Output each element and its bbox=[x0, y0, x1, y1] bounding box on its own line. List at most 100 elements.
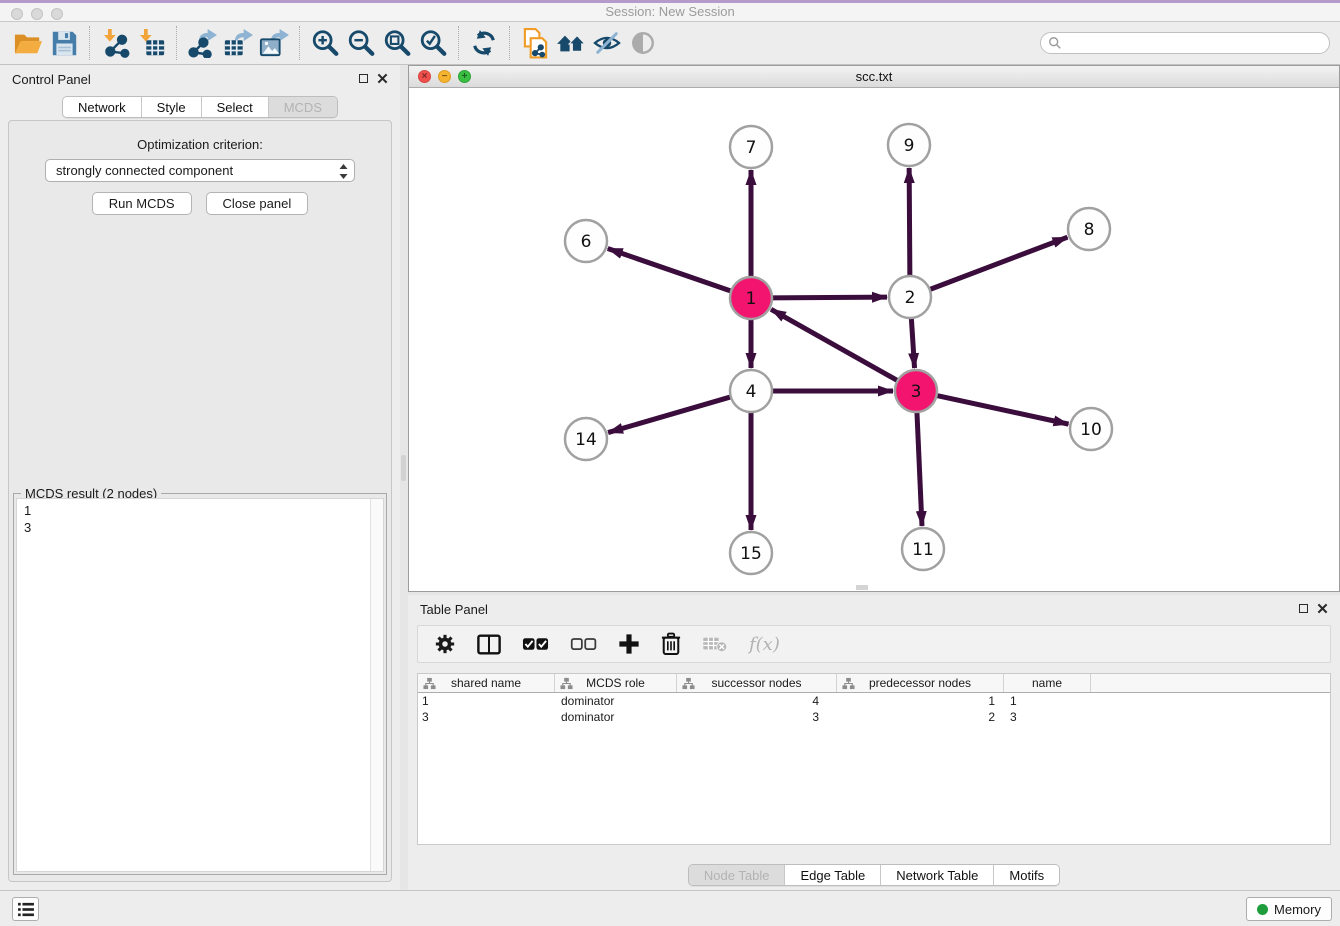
dropdown-stepper-icon bbox=[338, 163, 349, 180]
new-session-from-network-button[interactable] bbox=[517, 24, 553, 62]
column-header-mcds-role[interactable]: MCDS role bbox=[555, 674, 677, 692]
float-panel-icon[interactable] bbox=[359, 74, 368, 83]
svg-text:14: 14 bbox=[575, 430, 597, 450]
cell-successor-nodes[interactable]: 4 bbox=[677, 694, 837, 708]
float-table-panel-icon[interactable] bbox=[1299, 604, 1308, 613]
refresh-button[interactable] bbox=[466, 24, 502, 62]
graph-node-15[interactable]: 15 bbox=[730, 532, 772, 574]
close-table-panel-icon[interactable] bbox=[1317, 603, 1328, 614]
graph-edge-2-3[interactable] bbox=[911, 316, 914, 368]
cell-shared-name[interactable]: 1 bbox=[418, 694, 555, 708]
cell-predecessor-nodes[interactable]: 1 bbox=[837, 694, 1004, 708]
graph-node-8[interactable]: 8 bbox=[1068, 208, 1110, 250]
show-log-button[interactable] bbox=[12, 897, 39, 921]
column-header-successor-nodes[interactable]: successor nodes bbox=[677, 674, 837, 692]
export-image-button[interactable] bbox=[256, 24, 292, 62]
tab-mcds[interactable]: MCDS bbox=[269, 97, 337, 117]
toggle-contrast-button[interactable] bbox=[625, 24, 661, 62]
graph-edge-1-2[interactable] bbox=[770, 297, 887, 298]
open-session-button[interactable] bbox=[10, 24, 46, 62]
criterion-dropdown[interactable]: strongly connected component bbox=[45, 159, 355, 182]
network-close-button[interactable]: × bbox=[418, 70, 431, 83]
tab-motifs[interactable]: Motifs bbox=[994, 865, 1059, 885]
graph-node-3[interactable]: 3 bbox=[895, 370, 937, 412]
home-view-button[interactable] bbox=[553, 24, 589, 62]
result-scrollbar-track[interactable] bbox=[370, 499, 383, 871]
cell-mcds-role[interactable]: dominator bbox=[555, 694, 677, 708]
cell-shared-name[interactable]: 3 bbox=[418, 710, 555, 724]
graph-edge-3-1[interactable] bbox=[771, 309, 899, 381]
select-all-columns-button[interactable] bbox=[522, 637, 549, 651]
maximize-window-button[interactable] bbox=[51, 8, 63, 20]
mcds-result-line: 3 bbox=[24, 519, 383, 536]
plus-icon bbox=[618, 633, 640, 655]
network-zoom-button[interactable]: + bbox=[458, 70, 471, 83]
network-minimize-button[interactable]: − bbox=[438, 70, 451, 83]
graph-edge-2-9[interactable] bbox=[909, 168, 910, 278]
graph-node-10[interactable]: 10 bbox=[1070, 408, 1112, 450]
export-table-button[interactable] bbox=[220, 24, 256, 62]
graph-node-1[interactable]: 1 bbox=[730, 277, 772, 319]
graph-node-11[interactable]: 11 bbox=[902, 528, 944, 570]
delete-column-button[interactable] bbox=[661, 632, 681, 656]
tab-network[interactable]: Network bbox=[63, 97, 142, 117]
column-header-predecessor-nodes[interactable]: predecessor nodes bbox=[837, 674, 1004, 692]
network-window-title: scc.txt bbox=[409, 66, 1339, 88]
graph-node-7[interactable]: 7 bbox=[730, 126, 772, 168]
graph-edge-3-11[interactable] bbox=[917, 410, 922, 526]
tree-icon bbox=[423, 677, 436, 690]
cell-name[interactable]: 1 bbox=[1004, 694, 1091, 708]
zoom-selected-button[interactable] bbox=[415, 24, 451, 62]
import-network-button[interactable] bbox=[97, 24, 133, 62]
graph-edge-3-10[interactable] bbox=[935, 395, 1069, 424]
search-input[interactable] bbox=[1040, 32, 1330, 54]
canvas-resize-handle[interactable] bbox=[856, 585, 868, 590]
zoom-in-button[interactable] bbox=[307, 24, 343, 62]
close-panel-icon[interactable] bbox=[377, 73, 388, 84]
app-titlebar: Session: New Session bbox=[0, 0, 1340, 22]
table-settings-button[interactable] bbox=[434, 633, 456, 655]
graph-edge-2-8[interactable] bbox=[928, 237, 1068, 290]
close-panel-button[interactable]: Close panel bbox=[206, 192, 309, 215]
zoom-fit-button[interactable] bbox=[379, 24, 415, 62]
unselect-all-columns-button[interactable] bbox=[570, 637, 597, 651]
cell-mcds-role[interactable]: dominator bbox=[555, 710, 677, 724]
network-canvas[interactable]: 7 9 6 8 1 2 4 3 14 10 15 11 bbox=[409, 89, 1339, 591]
create-column-button[interactable] bbox=[618, 633, 640, 655]
panel-splitter-handle[interactable] bbox=[401, 455, 406, 481]
network-window-titlebar[interactable]: × − + scc.txt bbox=[409, 66, 1339, 88]
import-table-button[interactable] bbox=[133, 24, 169, 62]
graph-node-6[interactable]: 6 bbox=[565, 220, 607, 262]
close-window-button[interactable] bbox=[11, 8, 23, 20]
export-network-button[interactable] bbox=[184, 24, 220, 62]
table-row[interactable]: 1 dominator 4 1 1 bbox=[418, 693, 1330, 709]
graph-node-9[interactable]: 9 bbox=[888, 124, 930, 166]
save-session-button[interactable] bbox=[46, 24, 82, 62]
column-header-shared-name[interactable]: shared name bbox=[418, 674, 555, 692]
graph-edge-1-6[interactable] bbox=[608, 249, 733, 292]
tab-network-table[interactable]: Network Table bbox=[881, 865, 994, 885]
tab-node-table[interactable]: Node Table bbox=[689, 865, 786, 885]
cell-predecessor-nodes[interactable]: 2 bbox=[837, 710, 1004, 724]
mcds-result-textarea[interactable]: 1 3 bbox=[16, 498, 384, 872]
toolbar-separator bbox=[458, 26, 459, 60]
tab-style[interactable]: Style bbox=[142, 97, 202, 117]
hide-panel-button[interactable] bbox=[589, 24, 625, 62]
graph-node-14[interactable]: 14 bbox=[565, 418, 607, 460]
cell-successor-nodes[interactable]: 3 bbox=[677, 710, 837, 724]
zoom-out-button[interactable] bbox=[343, 24, 379, 62]
tab-select[interactable]: Select bbox=[202, 97, 269, 117]
unchecked-boxes-icon bbox=[570, 637, 597, 651]
tab-edge-table[interactable]: Edge Table bbox=[785, 865, 881, 885]
memory-button[interactable]: Memory bbox=[1246, 897, 1332, 921]
graph-node-2[interactable]: 2 bbox=[889, 276, 931, 318]
column-header-name[interactable]: name bbox=[1004, 674, 1091, 692]
show-columns-button[interactable] bbox=[477, 634, 501, 655]
table-row[interactable]: 3 dominator 3 2 3 bbox=[418, 709, 1330, 725]
cell-name[interactable]: 3 bbox=[1004, 710, 1091, 724]
graph-node-4[interactable]: 4 bbox=[730, 370, 772, 412]
memory-label: Memory bbox=[1274, 902, 1321, 917]
run-mcds-button[interactable]: Run MCDS bbox=[92, 192, 192, 215]
minimize-window-button[interactable] bbox=[31, 8, 43, 20]
graph-edge-4-14[interactable] bbox=[608, 396, 733, 432]
